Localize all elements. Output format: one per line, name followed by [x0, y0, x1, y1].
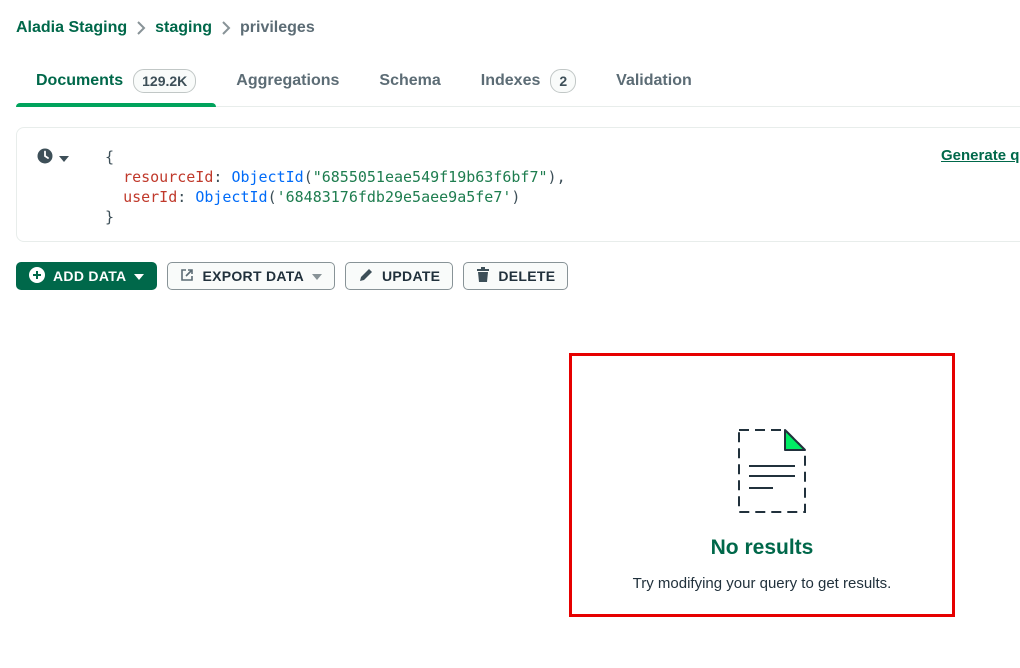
- breadcrumb-collection[interactable]: privileges: [240, 19, 315, 37]
- breadcrumb-connection[interactable]: Aladia Staging: [16, 19, 127, 37]
- export-data-button[interactable]: EXPORT DATA: [167, 262, 335, 290]
- query-bar: { resourceId: ObjectId("6855051eae549f19…: [16, 127, 1020, 242]
- query-key: userId: [123, 188, 178, 206]
- export-icon: [180, 268, 194, 285]
- tab-label: Aggregations: [236, 72, 340, 89]
- tab-label: Schema: [379, 72, 441, 89]
- document-count-badge: 129.2K: [133, 69, 197, 93]
- tab-validation[interactable]: Validation: [596, 56, 712, 106]
- query-history-button[interactable]: [37, 148, 69, 169]
- delete-label: DELETE: [498, 268, 556, 284]
- update-label: UPDATE: [382, 268, 441, 284]
- open-brace: {: [105, 148, 115, 166]
- caret-down-icon: [134, 268, 145, 284]
- collection-tabs: Documents 129.2K Aggregations Schema Ind…: [16, 56, 1020, 107]
- tab-label: Indexes: [480, 72, 541, 89]
- query-separator: ,: [556, 168, 566, 186]
- add-data-button[interactable]: ADD DATA: [16, 262, 158, 290]
- query-key: resourceId: [123, 168, 214, 186]
- empty-state-description: Try modifying your query to get results.: [632, 575, 892, 592]
- update-button[interactable]: UPDATE: [345, 262, 454, 290]
- tab-indexes[interactable]: Indexes 2: [461, 56, 596, 106]
- query-function: ObjectId: [195, 188, 268, 206]
- chevron-right-icon: [212, 21, 240, 35]
- clock-icon: [37, 148, 53, 169]
- empty-document-icon: [737, 428, 807, 519]
- compass-documents-view: Aladia Staging staging privileges Docume…: [0, 0, 1020, 668]
- chevron-right-icon: [127, 21, 155, 35]
- generate-query-link[interactable]: Generate query: [941, 147, 1020, 164]
- breadcrumb-database[interactable]: staging: [155, 19, 212, 37]
- caret-down-icon: [59, 150, 69, 168]
- tab-schema[interactable]: Schema: [359, 56, 460, 106]
- query-function: ObjectId: [231, 168, 304, 186]
- tab-label: Validation: [616, 72, 692, 89]
- query-filter-editor[interactable]: { resourceId: ObjectId("6855051eae549f19…: [105, 147, 566, 227]
- empty-results-panel: No results Try modifying your query to g…: [569, 353, 955, 617]
- documents-toolbar: ADD DATA EXPORT DATA UPDATE DELETE: [16, 262, 569, 290]
- pencil-icon: [358, 267, 374, 286]
- breadcrumb: Aladia Staging staging privileges: [16, 19, 315, 37]
- empty-state-title: No results: [710, 536, 814, 559]
- trash-icon: [476, 266, 490, 286]
- plus-circle-icon: [29, 266, 45, 286]
- tab-label: Documents: [36, 72, 124, 89]
- caret-down-icon: [312, 268, 322, 284]
- query-value: '68483176fdb29e5aee9a5fe7': [276, 188, 512, 206]
- export-data-label: EXPORT DATA: [202, 268, 304, 284]
- index-count-badge: 2: [550, 69, 577, 93]
- query-value: "6855051eae549f19b63f6bf7": [312, 168, 548, 186]
- add-data-label: ADD DATA: [53, 268, 127, 284]
- tab-aggregations[interactable]: Aggregations: [216, 56, 359, 106]
- tab-documents[interactable]: Documents 129.2K: [16, 56, 217, 107]
- delete-button[interactable]: DELETE: [463, 262, 569, 290]
- close-brace: }: [105, 208, 115, 226]
